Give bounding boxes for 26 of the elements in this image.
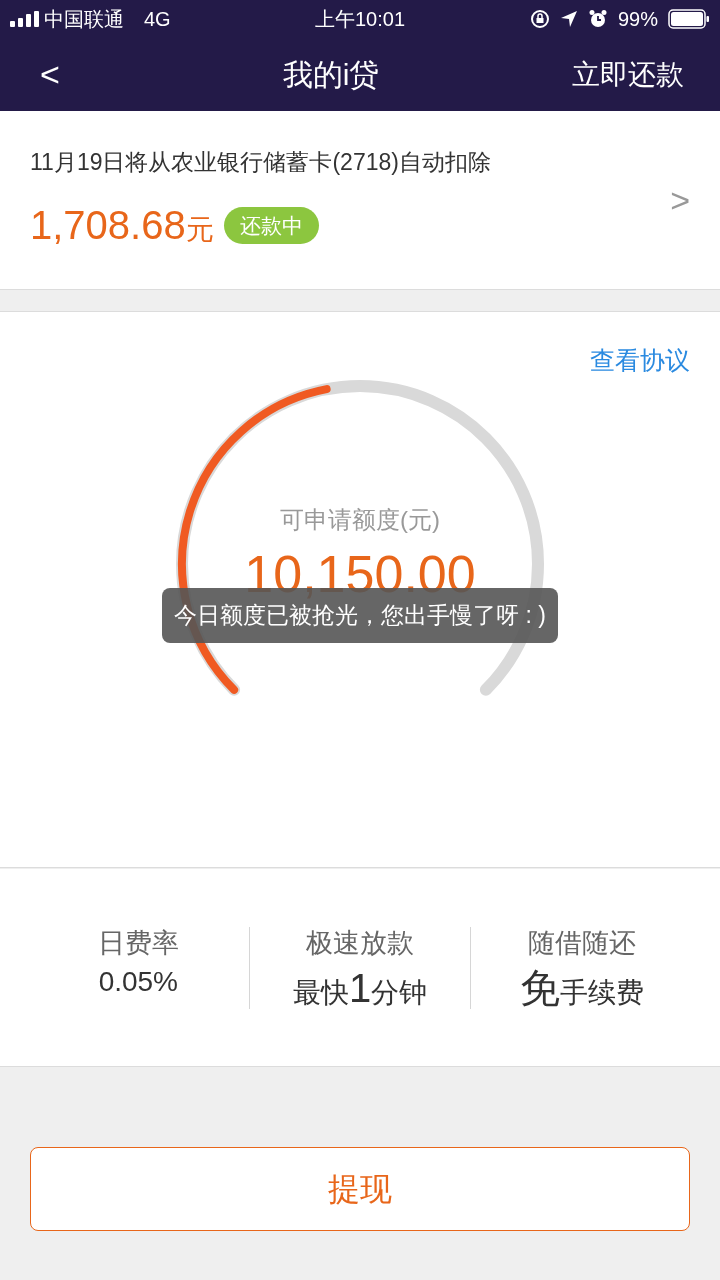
feature-value: 0.05% <box>98 967 179 999</box>
feature-value: 免手续费 <box>519 967 644 1012</box>
agreement-link[interactable]: 查看协议 <box>590 342 690 380</box>
repayment-card[interactable]: 11月19日将从农业银行储蓄卡(2718)自动扣除 1,708.68元 还款中 > <box>0 111 720 290</box>
page-title: 我的i贷 <box>281 57 381 93</box>
repayment-notice: 11月19日将从农业银行储蓄卡(2718)自动扣除 <box>30 147 492 177</box>
feature-title: 随借随还 <box>527 927 636 961</box>
location-icon <box>559 10 578 28</box>
battery-percent: 99% <box>617 7 658 32</box>
carrier-name: 中国联通 <box>44 7 124 32</box>
feature-value: 最快1分钟 <box>292 967 428 1012</box>
rotation-lock-icon <box>529 9 550 29</box>
back-button[interactable]: < <box>40 49 90 100</box>
feature-title: 日费率 <box>97 927 179 961</box>
network-type: 4G <box>144 7 171 32</box>
credit-label: 可申请额度(元) <box>280 504 440 535</box>
toast-message: 今日额度已被抢光，您出手慢了呀 : ) <box>162 588 558 643</box>
signal-icon <box>10 11 40 27</box>
repay-now-button[interactable]: 立即还款 <box>572 53 684 96</box>
status-time: 上午10:01 <box>313 7 407 32</box>
status-badge: 还款中 <box>223 206 319 244</box>
repayment-amount: 1,708.68元 <box>30 202 214 250</box>
chevron-icon: > <box>670 174 690 226</box>
battery-icon <box>668 9 710 29</box>
alarm-icon <box>587 9 608 29</box>
feature-title: 极速放款 <box>306 927 414 961</box>
